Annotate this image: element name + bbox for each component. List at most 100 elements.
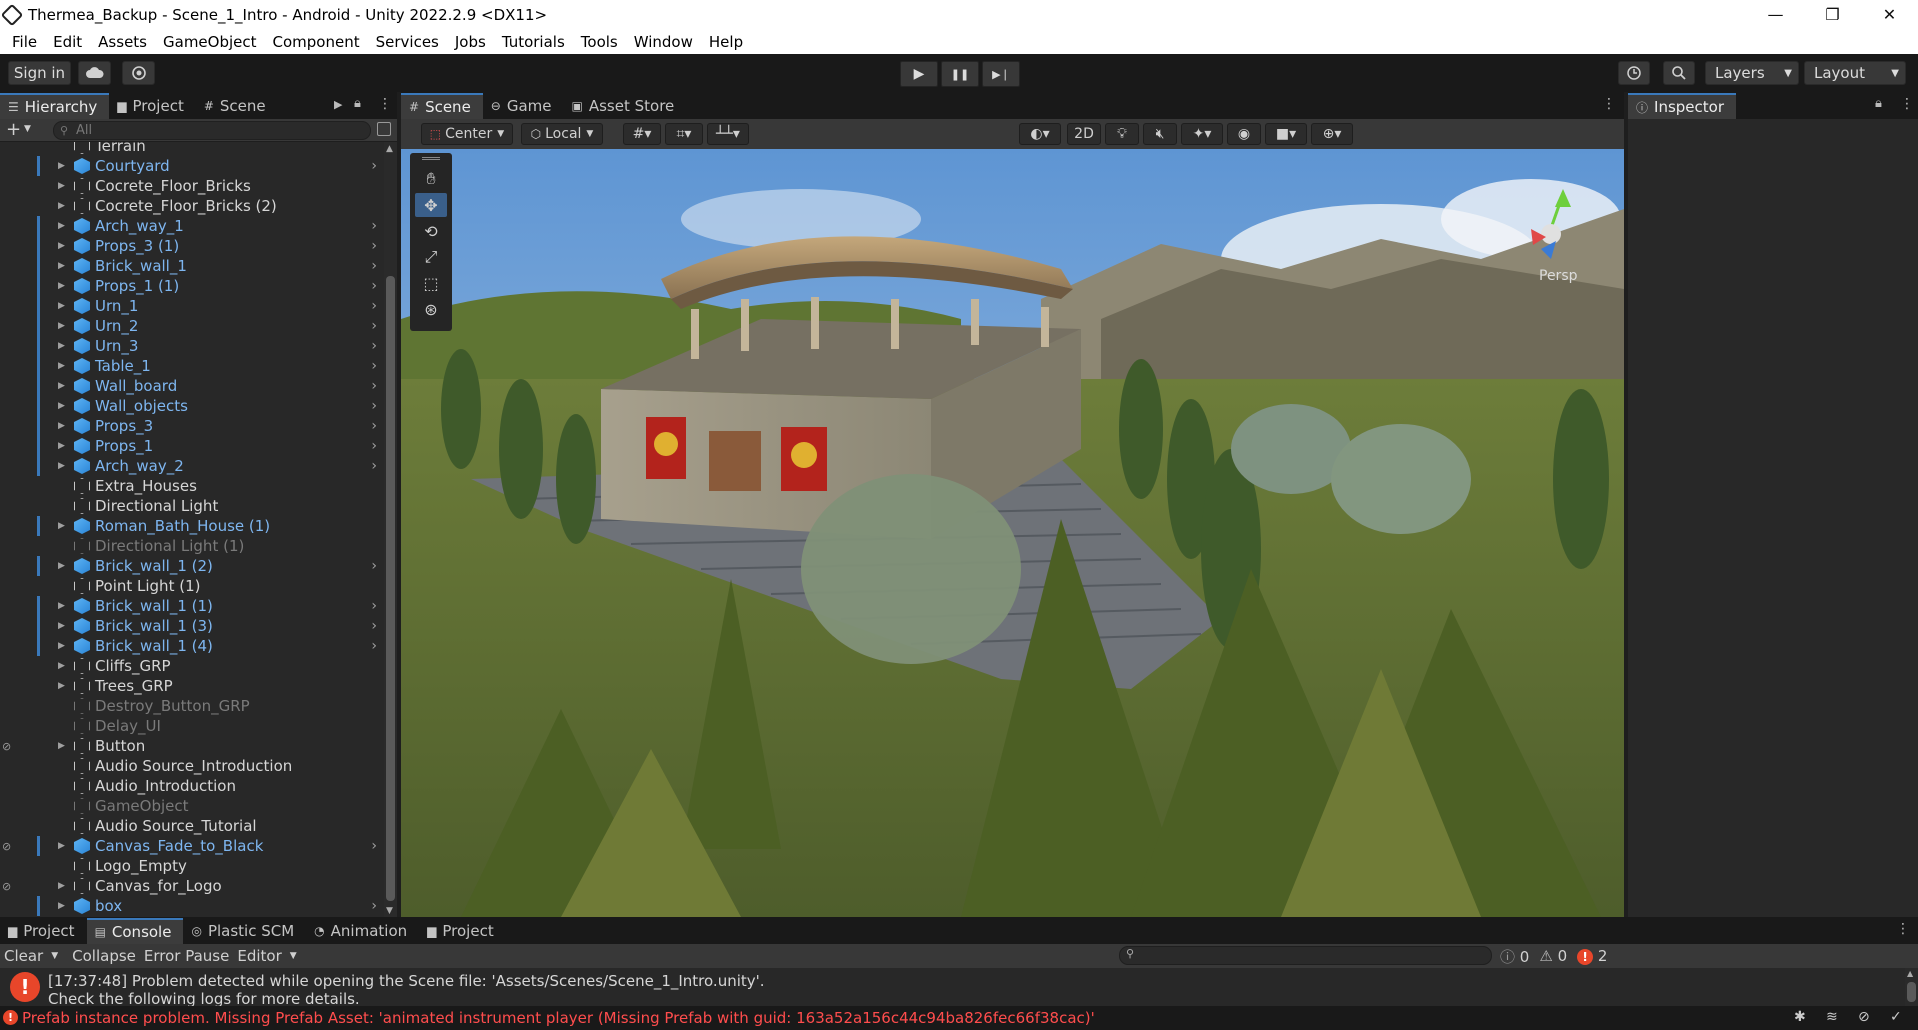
tab-project[interactable]: ▆ Project bbox=[109, 93, 196, 119]
collab-button[interactable] bbox=[122, 61, 155, 85]
open-prefab-chevron-icon[interactable]: › bbox=[371, 618, 377, 634]
transform-tool[interactable]: ⊛ bbox=[415, 297, 447, 321]
expand-arrow-icon[interactable]: ▶ bbox=[58, 441, 65, 451]
expand-arrow-icon[interactable]: ▶ bbox=[58, 561, 65, 571]
minimize-button[interactable]: — bbox=[1747, 0, 1804, 29]
kebab-menu-icon[interactable]: ⋮ bbox=[1602, 96, 1616, 112]
console-log-entry[interactable]: [17:37:48] Problem detected while openin… bbox=[48, 972, 765, 1008]
hierarchy-item[interactable]: ▶ Brick_wall_1 › bbox=[0, 256, 383, 276]
open-prefab-chevron-icon[interactable]: › bbox=[371, 298, 377, 314]
hierarchy-item[interactable]: Audio Source_Introduction bbox=[0, 756, 383, 776]
ruler-button[interactable]: ┴┴▾ bbox=[707, 123, 749, 145]
camera-settings-dropdown[interactable]: ■▾ bbox=[1265, 123, 1307, 145]
eye-slash-icon[interactable]: ⊘ bbox=[2, 880, 11, 893]
draw-mode-dropdown[interactable]: ◐▾ bbox=[1019, 123, 1061, 145]
tab-scene[interactable]: # Scene bbox=[401, 93, 483, 119]
hierarchy-item[interactable]: Terrain bbox=[0, 142, 383, 156]
tab-project-bottom-2[interactable]: ▆ Project bbox=[419, 918, 506, 944]
audio-toggle-button[interactable]: 🔇︎ bbox=[1143, 123, 1177, 145]
expand-arrow-icon[interactable]: ▶ bbox=[58, 301, 65, 311]
grid-snap-button[interactable]: #▾ bbox=[623, 123, 661, 145]
info-count-toggle[interactable]: ⓘ 0 bbox=[1500, 946, 1529, 967]
move-tool[interactable]: ✥ bbox=[415, 193, 447, 217]
hierarchy-item[interactable]: Destroy_Button_GRP bbox=[0, 696, 383, 716]
open-prefab-chevron-icon[interactable]: › bbox=[371, 358, 377, 374]
menu-gameobject[interactable]: GameObject bbox=[155, 33, 265, 51]
hierarchy-item[interactable]: ▶ Trees_GRP bbox=[0, 676, 383, 696]
hierarchy-item[interactable]: ▶ Arch_way_2 › bbox=[0, 456, 383, 476]
layers-stack-icon[interactable]: ≋ bbox=[1826, 1009, 1838, 1025]
sign-in-button[interactable]: Sign in bbox=[8, 61, 71, 85]
hierarchy-item[interactable]: ▶ Brick_wall_1 (3) › bbox=[0, 616, 383, 636]
tab-scene-left[interactable]: # Scene bbox=[196, 93, 278, 119]
scroll-thumb[interactable] bbox=[1907, 982, 1916, 1002]
bug-icon[interactable]: ✱ bbox=[1794, 1009, 1806, 1025]
menu-component[interactable]: Component bbox=[265, 33, 368, 51]
scene-viewport[interactable] bbox=[401, 149, 1624, 917]
hierarchy-item[interactable]: ▶ Urn_1 › bbox=[0, 296, 383, 316]
kebab-menu-icon[interactable]: ⋮ bbox=[1900, 96, 1914, 112]
close-button[interactable]: ✕ bbox=[1861, 0, 1918, 29]
hierarchy-item[interactable]: ▶ Urn_3 › bbox=[0, 336, 383, 356]
history-button[interactable] bbox=[1618, 61, 1650, 85]
menu-edit[interactable]: Edit bbox=[45, 33, 90, 51]
menu-jobs[interactable]: Jobs bbox=[447, 33, 494, 51]
expand-arrow-icon[interactable]: ▶ bbox=[58, 201, 65, 211]
open-prefab-chevron-icon[interactable]: › bbox=[371, 598, 377, 614]
open-prefab-chevron-icon[interactable]: › bbox=[371, 438, 377, 454]
expand-arrow-icon[interactable]: ▶ bbox=[58, 601, 65, 611]
open-prefab-chevron-icon[interactable]: › bbox=[371, 378, 377, 394]
expand-arrow-icon[interactable]: ▶ bbox=[58, 901, 65, 911]
scroll-thumb[interactable] bbox=[386, 276, 395, 901]
open-prefab-chevron-icon[interactable]: › bbox=[371, 318, 377, 334]
open-prefab-chevron-icon[interactable]: › bbox=[371, 418, 377, 434]
hierarchy-item[interactable]: ▶ box › bbox=[0, 896, 383, 916]
maximize-button[interactable]: ❐ bbox=[1804, 0, 1861, 29]
network-icon[interactable]: ⊘ bbox=[1858, 1009, 1870, 1025]
hierarchy-item[interactable]: ▶ Courtyard › bbox=[0, 156, 383, 176]
effects-dropdown[interactable]: ✦▾ bbox=[1181, 123, 1223, 145]
hierarchy-item[interactable]: ▶ Urn_2 › bbox=[0, 316, 383, 336]
hierarchy-item[interactable]: ▶ Wall_objects › bbox=[0, 396, 383, 416]
hierarchy-item[interactable]: Audio_Introduction bbox=[0, 776, 383, 796]
hierarchy-search-input[interactable]: ⚲ All bbox=[53, 121, 371, 140]
error-count-toggle[interactable]: ! 2 bbox=[1577, 947, 1607, 965]
hierarchy-item[interactable]: ▶ Arch_way_1 › bbox=[0, 216, 383, 236]
tab-plastic-scm[interactable]: ◎ Plastic SCM bbox=[183, 918, 306, 944]
chevron-down-icon[interactable]: ▼ bbox=[47, 951, 68, 961]
open-prefab-chevron-icon[interactable]: › bbox=[371, 218, 377, 234]
pivot-space-dropdown[interactable]: ⬡ Local ▼ bbox=[521, 123, 603, 145]
open-prefab-chevron-icon[interactable]: › bbox=[371, 158, 377, 174]
play-button[interactable]: ▶ bbox=[900, 61, 938, 87]
cloud-button[interactable] bbox=[78, 61, 111, 85]
expand-arrow-icon[interactable]: ▶ bbox=[58, 621, 65, 631]
expand-arrow-icon[interactable]: ▶ bbox=[58, 241, 65, 251]
open-prefab-chevron-icon[interactable]: › bbox=[371, 558, 377, 574]
status-message[interactable]: Prefab instance problem. Missing Prefab … bbox=[22, 1009, 1095, 1027]
open-prefab-chevron-icon[interactable]: › bbox=[371, 638, 377, 654]
open-prefab-chevron-icon[interactable]: › bbox=[371, 398, 377, 414]
lock-icon[interactable]: 🔒︎ bbox=[354, 96, 361, 111]
hierarchy-item[interactable]: ▶ Brick_wall_1 (1) › bbox=[0, 596, 383, 616]
hierarchy-item[interactable]: ▶ Cocrete_Floor_Bricks (2) bbox=[0, 196, 383, 216]
expand-arrow-icon[interactable]: ▶ bbox=[58, 281, 65, 291]
editor-dropdown[interactable]: Editor bbox=[233, 947, 285, 965]
hierarchy-item[interactable]: GameObject bbox=[0, 796, 383, 816]
open-prefab-chevron-icon[interactable]: › bbox=[371, 458, 377, 474]
kebab-menu-icon[interactable]: ⋮ bbox=[378, 96, 392, 112]
hierarchy-item[interactable]: Delay_UI bbox=[0, 716, 383, 736]
add-object-button[interactable]: + bbox=[6, 119, 21, 140]
rotate-tool[interactable]: ⟲ bbox=[415, 219, 447, 243]
chevron-down-icon[interactable]: ▼ bbox=[286, 951, 301, 961]
menu-window[interactable]: Window bbox=[626, 33, 701, 51]
eye-slash-icon[interactable]: ⊘ bbox=[2, 840, 11, 853]
tab-inspector[interactable]: ⓘ Inspector bbox=[1628, 93, 1736, 119]
snap-increment-button[interactable]: ⌗▾ bbox=[665, 123, 703, 145]
drag-handle-icon[interactable] bbox=[422, 157, 440, 160]
tab-hierarchy[interactable]: ☰ Hierarchy bbox=[0, 93, 110, 119]
hierarchy-item[interactable]: Directional Light bbox=[0, 496, 383, 516]
pause-button[interactable]: ❚❚ bbox=[941, 61, 979, 87]
open-prefab-chevron-icon[interactable]: › bbox=[371, 838, 377, 854]
gizmos-dropdown[interactable]: ⊕▾ bbox=[1311, 123, 1353, 145]
warning-count-toggle[interactable]: ⚠ 0 bbox=[1539, 947, 1567, 965]
